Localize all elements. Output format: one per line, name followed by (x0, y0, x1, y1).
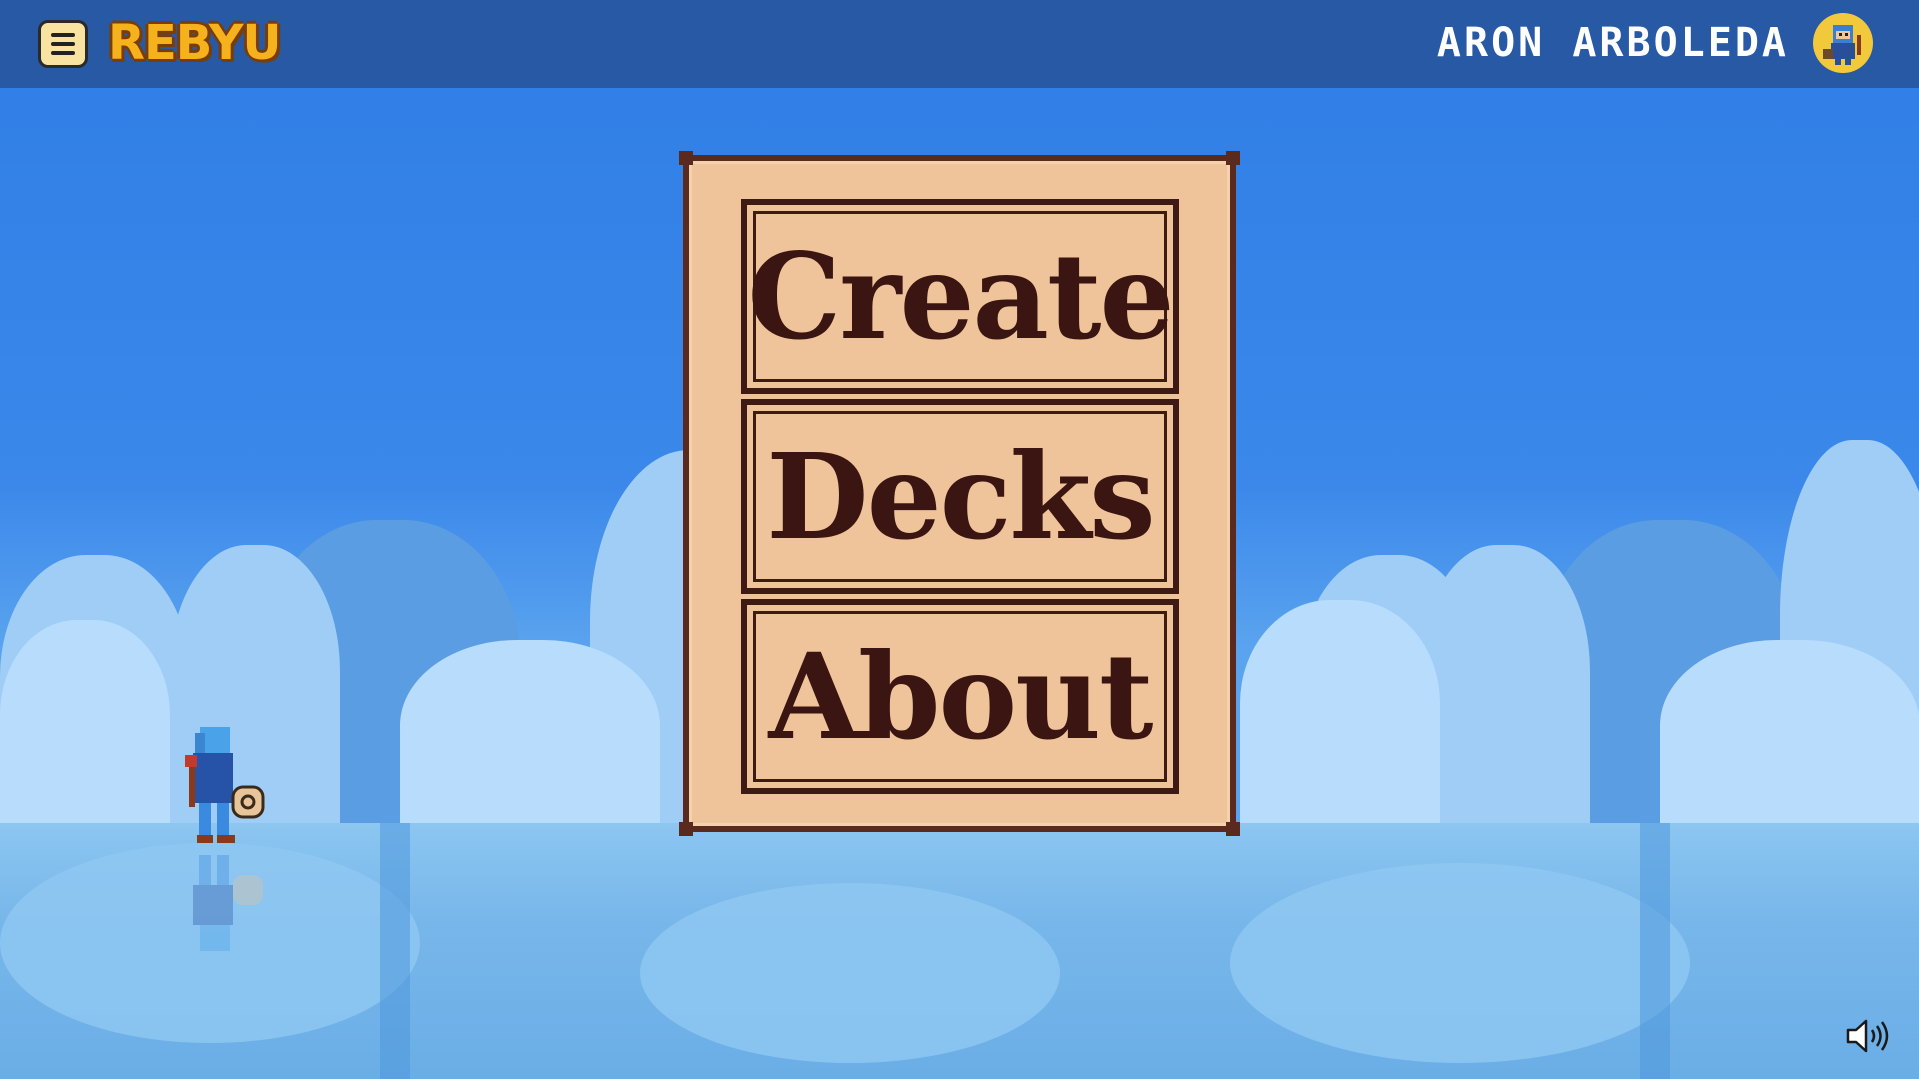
water-reflection (0, 823, 1919, 1079)
create-button[interactable]: Create (741, 199, 1179, 394)
decks-button[interactable]: Decks (741, 399, 1179, 594)
top-bar: REBYU ARON ARBOLEDA (0, 0, 1919, 88)
create-label: Create (747, 227, 1174, 366)
main-menu-board: Create Decks About (679, 151, 1240, 836)
decks-label: Decks (766, 427, 1155, 566)
sound-toggle-button[interactable] (1846, 1018, 1896, 1054)
hamburger-menu-button[interactable] (38, 20, 88, 68)
about-button[interactable]: About (741, 599, 1179, 794)
hero-reflection (175, 855, 275, 969)
hero-character (175, 727, 275, 861)
about-label: About (768, 627, 1153, 766)
app-logo[interactable]: REBYU (108, 12, 281, 74)
username-label: ARON ARBOLEDA (1436, 20, 1789, 66)
hamburger-menu-icon (51, 33, 75, 37)
user-avatar-icon[interactable] (1813, 13, 1873, 73)
speaker-volume-icon (1846, 1019, 1889, 1053)
